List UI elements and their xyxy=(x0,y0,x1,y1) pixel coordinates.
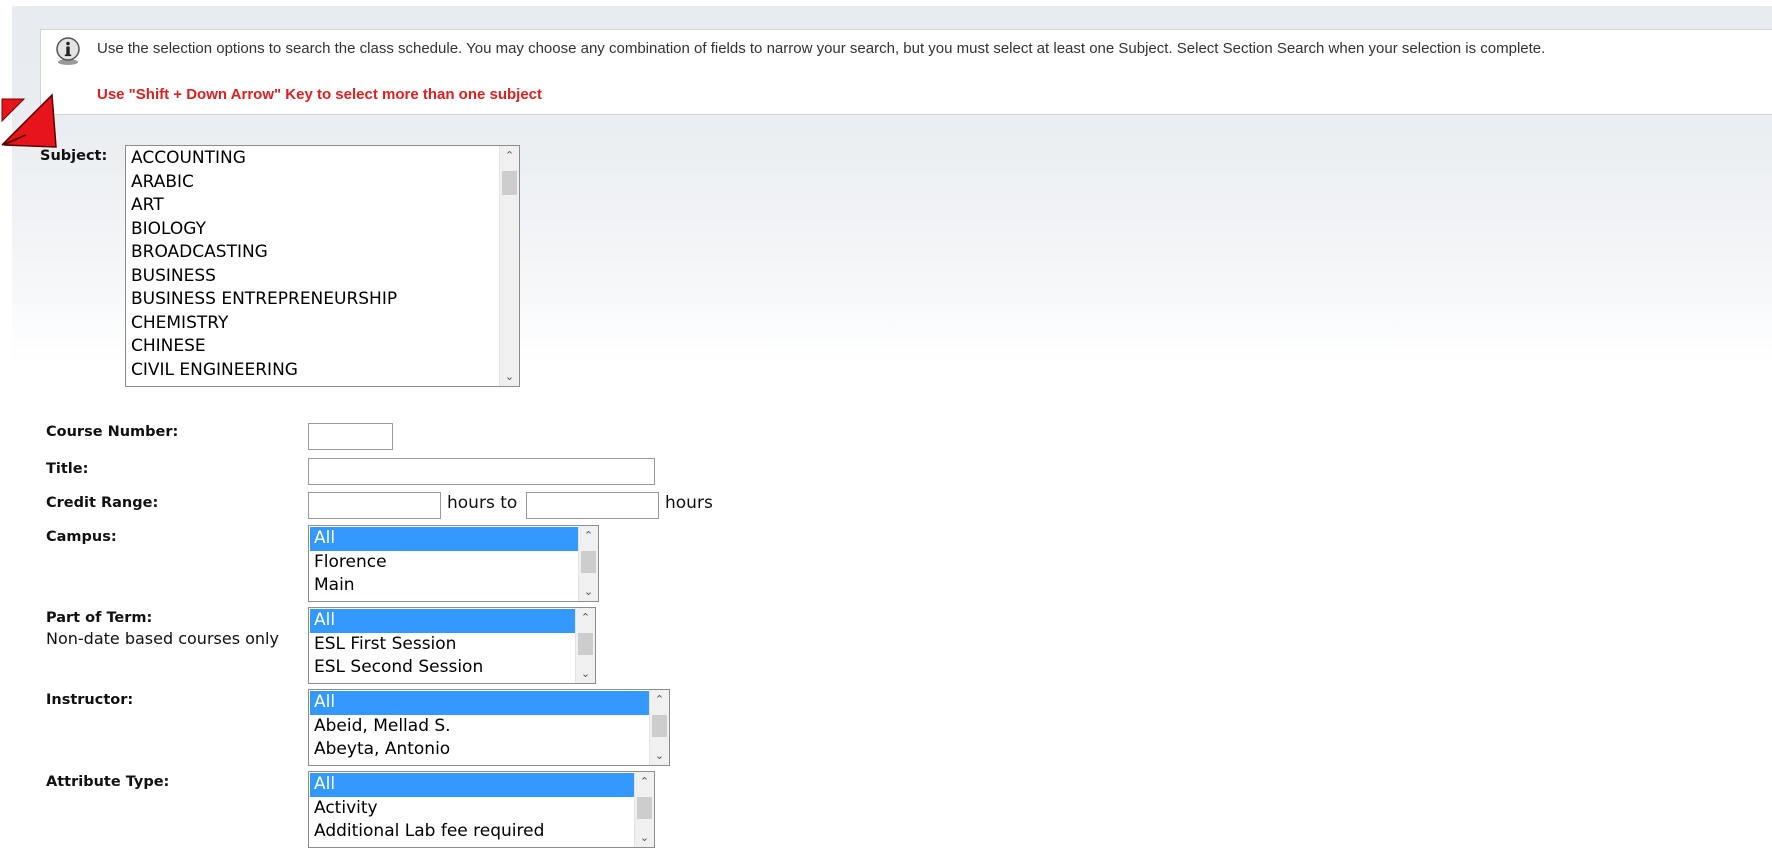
part-of-term-scrollbar[interactable]: ⌃ ⌄ xyxy=(575,608,595,683)
attribute-type-option[interactable]: Additional Lab fee required xyxy=(310,820,634,844)
scroll-thumb[interactable] xyxy=(652,715,667,737)
subject-option[interactable]: BUSINESS ENTREPRENEURSHIP xyxy=(127,288,499,312)
chevron-down-icon[interactable]: ⌄ xyxy=(579,582,598,601)
chevron-up-icon[interactable]: ⌃ xyxy=(650,690,669,709)
chevron-down-icon[interactable]: ⌄ xyxy=(500,367,519,386)
attribute-type-label: Attribute Type: xyxy=(46,774,170,790)
instructions-text: Use the selection options to search the … xyxy=(97,40,1546,57)
instructor-select[interactable]: All Abeid, Mellad S. Abeyta, Antonio ⌃ ⌄ xyxy=(308,689,670,766)
campus-option[interactable]: All xyxy=(310,527,578,551)
hours-text: hours xyxy=(665,493,713,513)
scroll-thumb[interactable] xyxy=(581,551,596,573)
subject-label: Subject: xyxy=(40,148,108,164)
attribute-type-option[interactable]: Activity xyxy=(310,797,634,821)
subject-option[interactable]: CIVIL ENGINEERING xyxy=(127,359,499,383)
subject-option[interactable]: ART xyxy=(127,194,499,218)
chevron-up-icon[interactable]: ⌃ xyxy=(500,146,519,165)
scroll-thumb[interactable] xyxy=(502,171,517,195)
title-label: Title: xyxy=(46,461,89,477)
credit-range-label: Credit Range: xyxy=(46,495,159,511)
part-of-term-option[interactable]: ESL Second Session xyxy=(310,656,575,680)
instructor-label: Instructor: xyxy=(46,692,134,708)
attribute-type-scrollbar[interactable]: ⌃ ⌄ xyxy=(634,772,654,847)
subject-scrollbar[interactable]: ⌃ ⌄ xyxy=(499,146,519,386)
scroll-thumb[interactable] xyxy=(578,633,593,655)
hours-to-text: hours to xyxy=(447,493,518,513)
scroll-thumb[interactable] xyxy=(637,797,652,819)
part-of-term-select[interactable]: All ESL First Session ESL Second Session… xyxy=(308,607,596,684)
instructor-option[interactable]: All xyxy=(310,691,649,715)
info-icon xyxy=(56,37,80,65)
campus-option[interactable]: Florence xyxy=(310,551,578,575)
subject-option[interactable]: ARABIC xyxy=(127,171,499,195)
chevron-down-icon[interactable]: ⌄ xyxy=(650,746,669,765)
instructor-option[interactable]: Abeid, Mellad S. xyxy=(310,715,649,739)
subject-select[interactable]: ACCOUNTING ARABIC ART BIOLOGY BROADCASTI… xyxy=(125,145,520,387)
credit-to-input[interactable] xyxy=(526,492,659,519)
multi-select-hint: Use "Shift + Down Arrow" Key to select m… xyxy=(97,86,543,103)
page-background xyxy=(12,6,1772,851)
subject-option[interactable]: CHEMISTRY xyxy=(127,312,499,336)
campus-label: Campus: xyxy=(46,529,117,545)
subject-option[interactable]: CHINESE xyxy=(127,335,499,359)
course-number-label: Course Number: xyxy=(46,424,179,440)
course-number-input[interactable] xyxy=(308,423,393,450)
attribute-type-select[interactable]: All Activity Additional Lab fee required… xyxy=(308,771,655,848)
chevron-up-icon[interactable]: ⌃ xyxy=(579,526,598,545)
campus-select[interactable]: All Florence Main ⌃ ⌄ xyxy=(308,525,599,602)
part-of-term-label: Part of Term: xyxy=(46,610,153,626)
subject-option[interactable]: ACCOUNTING xyxy=(127,147,499,171)
campus-scrollbar[interactable]: ⌃ ⌄ xyxy=(578,526,598,601)
attribute-type-option[interactable]: All xyxy=(310,773,634,797)
credit-from-input[interactable] xyxy=(308,492,441,519)
title-input[interactable] xyxy=(308,458,655,485)
chevron-down-icon[interactable]: ⌄ xyxy=(635,828,654,847)
part-of-term-option[interactable]: ESL First Session xyxy=(310,633,575,657)
part-of-term-note: Non-date based courses only xyxy=(46,629,279,648)
chevron-up-icon[interactable]: ⌃ xyxy=(635,772,654,791)
part-of-term-option[interactable]: All xyxy=(310,609,575,633)
chevron-up-icon[interactable]: ⌃ xyxy=(576,608,595,627)
chevron-down-icon[interactable]: ⌄ xyxy=(576,664,595,683)
subject-option[interactable]: BUSINESS xyxy=(127,265,499,289)
subject-option[interactable]: BROADCASTING xyxy=(127,241,499,265)
instructor-scrollbar[interactable]: ⌃ ⌄ xyxy=(649,690,669,765)
subject-option[interactable]: BIOLOGY xyxy=(127,218,499,242)
instructor-option[interactable]: Abeyta, Antonio xyxy=(310,738,649,762)
campus-option[interactable]: Main xyxy=(310,574,578,598)
